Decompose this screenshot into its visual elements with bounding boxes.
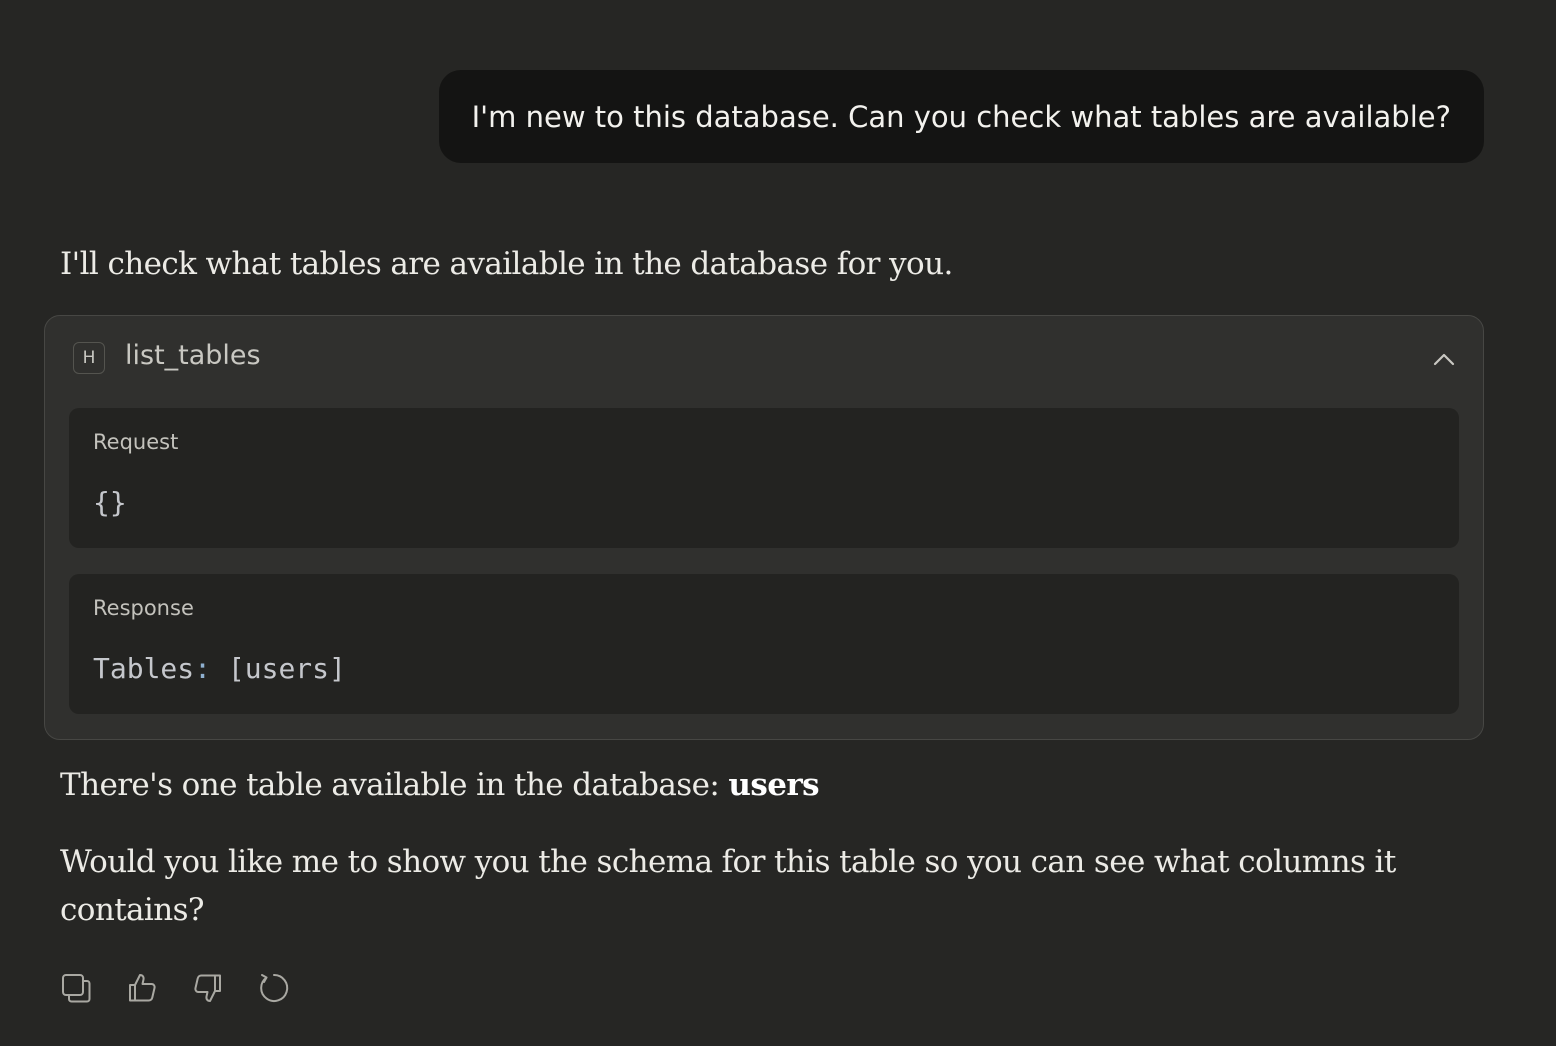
- request-label: Request: [93, 430, 179, 454]
- thumbs-up-button[interactable]: [124, 968, 160, 1008]
- response-panel: Response Tables: [users]: [69, 574, 1459, 714]
- retry-icon: [260, 973, 289, 1002]
- response-colon: :: [194, 652, 212, 685]
- tool-name: list_tables: [125, 340, 261, 371]
- copy-icon: [62, 974, 91, 1003]
- thumbs-up-icon: [129, 974, 156, 1002]
- copy-button[interactable]: [58, 968, 94, 1008]
- message-actions: [58, 968, 292, 1008]
- response-value: [users]: [211, 652, 346, 685]
- response-body: Tables: [users]: [93, 652, 346, 685]
- user-message: I'm new to this database. Can you check …: [438, 70, 1484, 163]
- assistant-followup: Would you like me to show you the schema…: [60, 844, 1396, 928]
- request-body: {}: [93, 486, 127, 519]
- thumbs-down-button[interactable]: [190, 968, 226, 1008]
- tool-call-card: H list_tables Request {} Response Tables…: [44, 315, 1484, 740]
- tool-call-header[interactable]: H list_tables: [45, 316, 1483, 402]
- answer-prefix: There's one table available in the datab…: [60, 767, 729, 803]
- user-message-text: I'm new to this database. Can you check …: [471, 99, 1451, 134]
- answer-table-name: users: [728, 767, 819, 803]
- thumbs-down-icon: [194, 974, 221, 1002]
- tool-badge-icon: H: [73, 342, 105, 374]
- request-panel: Request {}: [69, 408, 1459, 548]
- assistant-answer: There's one table available in the datab…: [60, 767, 820, 803]
- retry-button[interactable]: [256, 968, 292, 1008]
- chevron-up-icon[interactable]: [1431, 346, 1457, 372]
- response-label: Response: [93, 596, 194, 620]
- assistant-intro: I'll check what tables are available in …: [60, 246, 953, 282]
- response-key: Tables: [93, 652, 195, 685]
